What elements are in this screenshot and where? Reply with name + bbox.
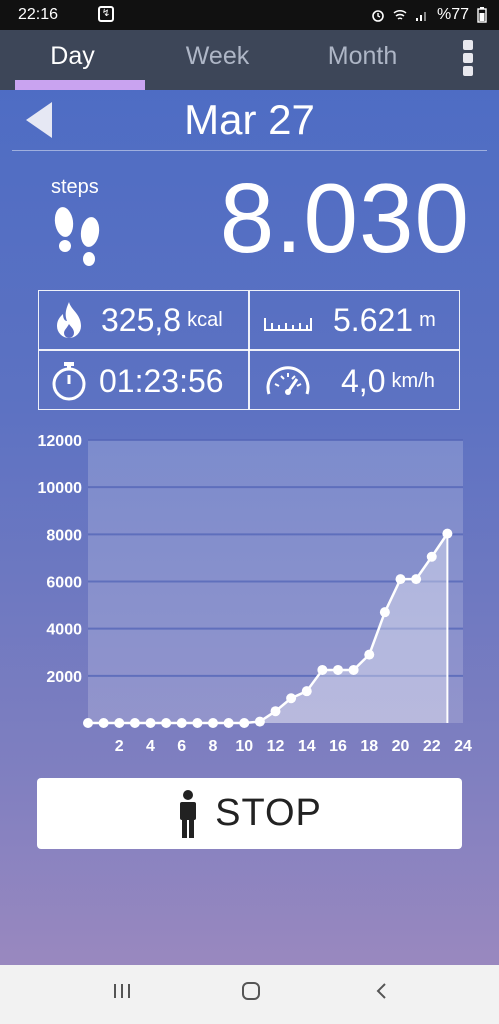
status-time: 22:16 bbox=[18, 6, 59, 23]
data-point bbox=[317, 664, 328, 675]
data-point bbox=[286, 693, 297, 704]
y-tick-label: 4000 bbox=[46, 622, 82, 639]
ruler-icon bbox=[264, 318, 312, 331]
stopwatch-icon bbox=[52, 362, 86, 401]
data-point bbox=[364, 649, 375, 660]
signal-icon bbox=[415, 12, 426, 21]
data-point bbox=[98, 718, 109, 728]
stats-grid: 325,8 kcal 5.621 m 01:23:56 4,0 km/h bbox=[38, 290, 460, 410]
data-point bbox=[426, 551, 437, 562]
speed-value: 4,0 bbox=[341, 362, 386, 399]
x-tick-label: 18 bbox=[360, 738, 378, 755]
distance-unit: m bbox=[419, 308, 436, 331]
distance-value: 5.621 bbox=[333, 301, 414, 338]
person-icon bbox=[180, 789, 197, 838]
data-point bbox=[239, 718, 250, 728]
data-point bbox=[83, 718, 93, 728]
x-tick-label: 10 bbox=[235, 738, 253, 755]
data-point bbox=[176, 718, 187, 728]
system-nav-bar bbox=[0, 965, 499, 1024]
speed-stat: 4,0 km/h bbox=[263, 352, 435, 410]
alarm-icon bbox=[372, 10, 384, 22]
data-point bbox=[379, 607, 390, 618]
tab-week[interactable]: Week bbox=[145, 30, 290, 90]
x-tick-label: 2 bbox=[115, 738, 124, 755]
x-tick-label: 8 bbox=[209, 738, 218, 755]
steps-count: 8.030 bbox=[219, 163, 470, 273]
recent-apps-icon[interactable] bbox=[112, 981, 132, 1001]
x-tick-label: 12 bbox=[267, 738, 285, 755]
back-icon[interactable] bbox=[372, 981, 392, 1001]
notification-icon: ↯ bbox=[98, 6, 114, 22]
y-tick-label: 12000 bbox=[38, 433, 83, 450]
data-point bbox=[161, 718, 172, 728]
data-point bbox=[145, 718, 156, 728]
tab-bar: Day Week Month bbox=[0, 30, 499, 90]
x-tick-label: 14 bbox=[298, 738, 316, 755]
footprints-icon bbox=[54, 207, 100, 266]
y-tick-label: 2000 bbox=[46, 669, 82, 686]
distance-stat: 5.621 m bbox=[263, 291, 436, 349]
steps-chart: 200040006000800010000120002 4 6 8 10 12 14 16 18… bbox=[38, 433, 473, 755]
status-icons: %77 bbox=[371, 6, 487, 24]
x-tick-label: 6 bbox=[177, 738, 186, 755]
data-point bbox=[223, 718, 234, 728]
data-point bbox=[348, 664, 359, 675]
y-tick-label: 10000 bbox=[38, 480, 83, 497]
x-tick-label: 24 bbox=[454, 738, 472, 755]
flame-icon bbox=[57, 302, 81, 338]
data-point bbox=[411, 574, 422, 585]
data-point bbox=[208, 718, 218, 728]
status-bar: 22:16 ↯ %77 bbox=[0, 0, 499, 30]
tab-day[interactable]: Day bbox=[0, 30, 145, 90]
x-tick-label: 20 bbox=[392, 738, 410, 755]
duration-value: 01:23:56 bbox=[99, 362, 224, 399]
data-point bbox=[333, 664, 343, 675]
data-point bbox=[254, 716, 265, 727]
calories-value: 325,8 bbox=[101, 301, 182, 338]
battery-icon bbox=[477, 7, 487, 23]
calories-stat: 325,8 kcal bbox=[51, 291, 223, 349]
overflow-menu-icon[interactable] bbox=[463, 40, 473, 76]
data-point bbox=[192, 718, 203, 728]
data-point bbox=[114, 718, 125, 728]
y-tick-label: 6000 bbox=[46, 575, 82, 592]
stop-button-label: STOP bbox=[215, 792, 322, 834]
home-icon[interactable] bbox=[241, 981, 261, 1001]
wifi-icon bbox=[393, 9, 407, 20]
duration-stat: 01:23:56 bbox=[49, 352, 224, 410]
steps-label: steps bbox=[51, 176, 99, 198]
calories-unit: kcal bbox=[187, 308, 223, 331]
data-point bbox=[129, 718, 140, 728]
x-tick-label: 16 bbox=[329, 738, 347, 755]
stats-divider-horizontal bbox=[39, 349, 459, 351]
x-tick-label: 4 bbox=[146, 738, 155, 755]
date-header: Mar 27 bbox=[12, 92, 487, 151]
data-point bbox=[301, 686, 312, 697]
data-point bbox=[270, 706, 281, 717]
battery-percent: %77 bbox=[436, 6, 469, 23]
speed-unit: km/h bbox=[391, 369, 435, 392]
x-tick-label: 22 bbox=[423, 738, 441, 755]
date-label: Mar 27 bbox=[184, 96, 315, 143]
data-point bbox=[442, 528, 453, 539]
y-tick-label: 8000 bbox=[46, 527, 82, 544]
data-point bbox=[395, 574, 406, 585]
speedometer-icon bbox=[266, 366, 310, 395]
tab-month[interactable]: Month bbox=[290, 30, 435, 90]
stop-button[interactable]: STOP bbox=[37, 778, 462, 849]
